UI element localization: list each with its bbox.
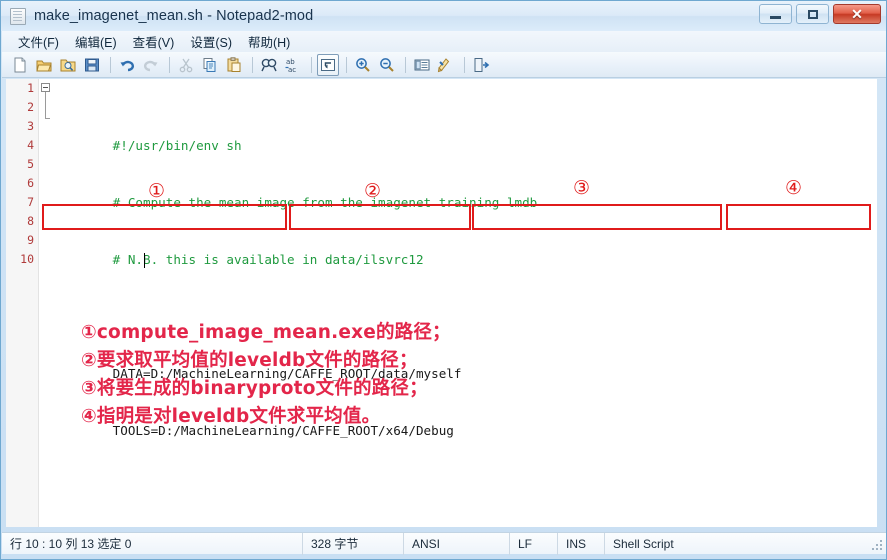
code-token: # N.B. this is available in data/ilsvrc1…: [112, 252, 424, 267]
toggle-word-wrap-icon[interactable]: [317, 53, 339, 76]
code-line-8: $TOOLS/compute_image_mean.exe imagenet_t…: [52, 516, 877, 527]
line-number: 6: [27, 176, 34, 190]
status-insert-mode[interactable]: INS: [558, 533, 604, 555]
close-icon: ✕: [851, 6, 863, 22]
marker-4: ④: [785, 177, 803, 199]
zoom-in-icon[interactable]: [352, 54, 374, 76]
code-token: #!/usr/bin/env sh: [112, 138, 242, 153]
toolbar-separator: [110, 56, 111, 73]
status-bytes: 328 字节: [311, 537, 359, 551]
exit-icon[interactable]: [470, 54, 492, 76]
window-controls: ✕: [759, 4, 881, 24]
toolbar-separator: [169, 56, 170, 73]
menu-file[interactable]: 文件(F): [10, 30, 67, 53]
maximize-button[interactable]: [796, 4, 829, 24]
line-number: 3: [27, 119, 34, 133]
line-number: 8: [27, 214, 34, 228]
toolbar: ab ac: [2, 52, 886, 78]
redo-icon: [140, 54, 162, 76]
marker-1: ①: [148, 180, 166, 202]
line-number: 5: [27, 157, 34, 171]
new-file-icon[interactable]: [9, 54, 31, 76]
line-number: 2: [27, 100, 34, 114]
menu-help[interactable]: 帮助(H): [240, 30, 298, 53]
close-button[interactable]: ✕: [833, 4, 881, 24]
code-content[interactable]: #!/usr/bin/env sh # Compute the mean ima…: [52, 79, 877, 527]
line-number: 9: [27, 233, 34, 247]
minimize-icon: [770, 15, 781, 19]
browse-file-icon[interactable]: [57, 54, 79, 76]
annotation-note-3: ③将要生成的binaryproto文件的路径；: [81, 378, 428, 399]
favorite-schemes-icon[interactable]: [435, 54, 457, 76]
minimize-button[interactable]: [759, 4, 792, 24]
notepad2-window: make_imagenet_mean.sh - Notepad2-mod ✕ 文…: [0, 0, 887, 560]
undo-icon[interactable]: [116, 54, 138, 76]
toolbar-separator: [464, 56, 465, 73]
window-title: make_imagenet_mean.sh - Notepad2-mod: [34, 8, 314, 24]
zoom-out-icon[interactable]: [376, 54, 398, 76]
status-syntax[interactable]: Shell Script: [605, 533, 674, 555]
svg-text:ab: ab: [286, 58, 295, 66]
annotation-note-2: ②要求取平均值的leveldb文件的路径；: [81, 350, 418, 371]
line-number: 4: [27, 138, 34, 152]
document-icon: [10, 8, 26, 25]
svg-text:ac: ac: [288, 66, 296, 74]
code-token: # Compute the mean image from the imagen…: [112, 195, 538, 210]
annotation-note-4: ④指明是对leveldb文件求平均值。: [81, 406, 381, 427]
marker-3: ③: [573, 177, 591, 199]
fold-guide-line: [45, 92, 46, 118]
paste-icon: [223, 54, 245, 76]
cut-icon: [175, 54, 197, 76]
menu-view[interactable]: 查看(V): [125, 30, 183, 53]
replace-icon[interactable]: ab ac: [282, 54, 304, 76]
line-number: 10: [20, 252, 34, 266]
status-position: 行 10 : 10 列 13 选定 0: [10, 537, 132, 551]
line-number-gutter: 1 2 3 4 5 6 7 8 9 10: [6, 79, 39, 527]
scheme-icon[interactable]: [411, 54, 433, 76]
toolbar-separator: [405, 56, 406, 73]
status-eol[interactable]: LF: [510, 533, 557, 555]
code-line-1: #!/usr/bin/env sh: [52, 117, 877, 153]
fold-end-marker: [45, 118, 50, 119]
menu-edit[interactable]: 编辑(E): [67, 30, 125, 53]
open-file-icon[interactable]: [33, 54, 55, 76]
line-number: 1: [27, 81, 34, 95]
copy-icon[interactable]: [199, 54, 221, 76]
maximize-icon: [807, 9, 818, 19]
fold-toggle-icon[interactable]: [41, 83, 50, 92]
toolbar-separator: [346, 56, 347, 73]
save-icon[interactable]: [81, 54, 103, 76]
menu-bar: 文件(F) 编辑(E) 查看(V) 设置(S) 帮助(H): [2, 30, 886, 53]
code-folding-margin[interactable]: [40, 79, 52, 527]
text-editor[interactable]: 1 2 3 4 5 6 7 8 9 10 #!/usr/bin/env sh #…: [6, 79, 877, 527]
annotation-notes: ①compute_image_mean.exe的路径； ②要求取平均值的leve…: [81, 319, 601, 431]
marker-2: ②: [364, 180, 382, 202]
status-bar: 行 10 : 10 列 13 选定 0 328 字节 ANSI LF INS S…: [2, 532, 886, 555]
status-encoding[interactable]: ANSI: [404, 533, 509, 555]
toolbar-separator: [311, 56, 312, 73]
line-number: 7: [27, 195, 34, 209]
annotation-note-1: ①compute_image_mean.exe的路径；: [81, 322, 451, 343]
toolbar-separator: [252, 56, 253, 73]
resize-grip[interactable]: [872, 540, 884, 552]
code-line-3: # N.B. this is available in data/ilsvrc1…: [52, 231, 877, 267]
code-line-2: # Compute the mean image from the imagen…: [52, 174, 877, 210]
title-bar[interactable]: make_imagenet_mean.sh - Notepad2-mod ✕: [1, 1, 886, 31]
find-icon[interactable]: [258, 54, 280, 76]
menu-settings[interactable]: 设置(S): [182, 30, 240, 53]
text-caret: [144, 253, 145, 268]
